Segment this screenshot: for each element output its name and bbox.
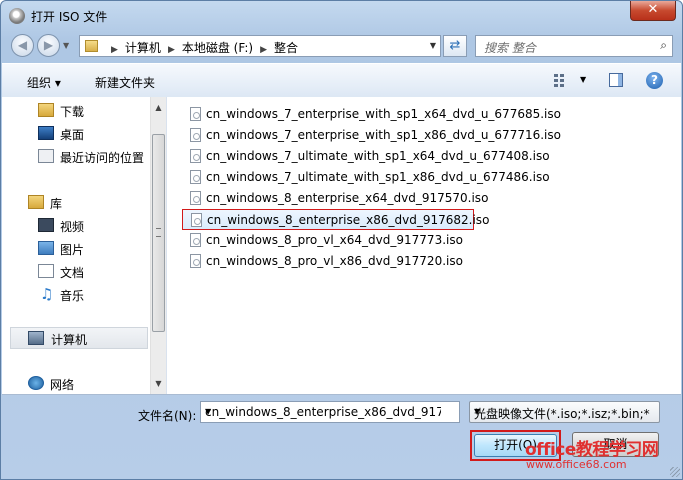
sidebar-item-label: 图片 xyxy=(60,243,85,257)
music-icon: ♫ xyxy=(40,285,54,303)
search-icon[interactable]: ⌕ xyxy=(660,38,667,53)
file-item[interactable]: cn_windows_7_ultimate_with_sp1_x86_dvd_u… xyxy=(182,167,550,188)
file-name: cn_windows_8_pro_vl_x86_dvd_917720.iso xyxy=(206,254,463,268)
file-item[interactable]: cn_windows_8_pro_vl_x64_dvd_917773.iso xyxy=(182,230,474,251)
bottom-panel: 文件名(N): cn_windows_8_enterprise_x86_dvd_… xyxy=(1,395,682,479)
resize-grip-icon[interactable] xyxy=(670,467,680,477)
navigation-pane: 下载 桌面 最近访问的位置 库 视频 图片 文档 ♫ 音乐 计算机 网络 ▲ ▼ xyxy=(2,97,167,394)
file-type-select[interactable]: 光盘映像文件(*.iso;*.isz;*.bin;* ▼ xyxy=(469,401,660,423)
sidebar-item-label: 库 xyxy=(50,197,63,211)
iso-file-icon xyxy=(190,233,201,247)
desktop-icon xyxy=(38,126,54,140)
breadcrumb-drive[interactable]: 本地磁盘 (F:) xyxy=(182,41,253,55)
address-bar[interactable]: ▶ 计算机 ▶ 本地磁盘 (F:) ▶ 整合 ▼ xyxy=(79,35,441,57)
preview-pane-icon[interactable] xyxy=(609,73,623,87)
title-bar: 打开 ISO 文件 ✕ xyxy=(1,1,682,31)
sidebar-item-label: 下载 xyxy=(60,105,85,119)
scroll-down-icon[interactable]: ▼ xyxy=(153,379,164,388)
iso-file-icon xyxy=(190,191,201,205)
grip-icon xyxy=(156,228,161,237)
search-placeholder: 搜索 整合 xyxy=(484,41,536,55)
file-item[interactable]: cn_windows_7_ultimate_with_sp1_x64_dvd_u… xyxy=(182,146,550,167)
file-item[interactable]: cn_windows_8_enterprise_x64_dvd_917570.i… xyxy=(182,188,488,209)
file-item[interactable]: cn_windows_7_enterprise_with_sp1_x64_dvd… xyxy=(182,104,561,125)
file-item[interactable]: cn_windows_8_pro_vl_x86_dvd_917720.iso xyxy=(182,251,474,272)
breadcrumb-separator: ▶ xyxy=(167,45,175,55)
watermark-url: www.office68.com xyxy=(526,458,627,471)
breadcrumb-computer[interactable]: 计算机 xyxy=(125,41,161,55)
close-button[interactable]: ✕ xyxy=(630,1,676,21)
back-button[interactable]: ◀ xyxy=(11,34,34,57)
iso-file-icon xyxy=(190,149,201,163)
file-name: cn_windows_7_ultimate_with_sp1_x86_dvd_u… xyxy=(206,170,550,184)
iso-file-icon xyxy=(191,213,202,227)
scroll-up-icon[interactable]: ▲ xyxy=(153,103,164,112)
breadcrumb-separator: ▶ xyxy=(260,45,267,55)
library-icon xyxy=(28,195,44,209)
file-name: cn_windows_7_enterprise_with_sp1_x86_dvd… xyxy=(206,128,561,142)
filename-field[interactable]: cn_windows_8_enterprise_x86_dvd_91768 ▼ xyxy=(200,401,460,423)
sidebar-item-label: 网络 xyxy=(50,378,75,392)
command-toolbar: 组织 ▾ 新建文件夹 ▼ ? xyxy=(2,63,681,99)
recent-pages-dropdown[interactable]: ▼ xyxy=(63,41,71,50)
chevron-down-icon[interactable]: ▼ xyxy=(205,407,441,416)
sidebar-scrollbar[interactable]: ▲ ▼ xyxy=(150,97,166,394)
organize-button[interactable]: 组织 ▾ xyxy=(27,74,61,91)
videos-icon xyxy=(38,218,54,232)
filename-label: 文件名(N): xyxy=(138,409,197,423)
breadcrumb: ▶ 计算机 ▶ 本地磁盘 (F:) ▶ 整合 xyxy=(104,39,298,56)
folder-icon xyxy=(85,40,98,52)
recent-places-icon xyxy=(38,149,54,163)
file-name: cn_windows_8_pro_vl_x64_dvd_917773.iso xyxy=(206,233,463,247)
iso-file-icon xyxy=(190,254,201,268)
iso-file-icon xyxy=(190,128,201,142)
content-area: 下载 桌面 最近访问的位置 库 视频 图片 文档 ♫ 音乐 计算机 网络 ▲ ▼ … xyxy=(2,97,681,395)
file-item[interactable]: cn_windows_7_enterprise_with_sp1_x86_dvd… xyxy=(182,125,561,146)
view-options-dropdown-icon[interactable]: ▼ xyxy=(580,75,586,84)
address-dropdown-icon[interactable]: ▼ xyxy=(430,41,436,50)
file-name: cn_windows_7_ultimate_with_sp1_x64_dvd_u… xyxy=(206,149,550,163)
open-iso-dialog: 打开 ISO 文件 ✕ ◀ ▶ ▼ ▶ 计算机 ▶ 本地磁盘 (F:) ▶ 整合 ▼ ⇄ … xyxy=(0,0,683,480)
change-view-icon[interactable] xyxy=(554,73,568,87)
window-title: 打开 ISO 文件 xyxy=(31,10,108,24)
sidebar-item-label: 最近访问的位置 xyxy=(60,151,145,165)
scrollbar-thumb[interactable] xyxy=(152,134,165,332)
new-folder-button[interactable]: 新建文件夹 xyxy=(95,74,155,91)
breadcrumb-folder[interactable]: 整合 xyxy=(274,41,298,55)
watermark-title: office教程学习网 xyxy=(525,440,659,460)
refresh-button[interactable]: ⇄ xyxy=(443,35,467,57)
iso-file-icon xyxy=(190,170,201,184)
sidebar-item-computer[interactable]: 计算机 xyxy=(10,327,148,349)
sidebar-item-label: 文档 xyxy=(60,266,85,280)
documents-icon xyxy=(38,264,54,278)
sidebar-item-label: 音乐 xyxy=(60,289,85,303)
sidebar-item-label: 桌面 xyxy=(60,128,85,142)
computer-icon xyxy=(28,331,44,345)
search-input[interactable]: 搜索 整合 ⌕ xyxy=(475,35,673,57)
breadcrumb-separator: ▶ xyxy=(111,45,118,55)
network-icon xyxy=(28,376,44,390)
forward-button[interactable]: ▶ xyxy=(37,34,60,57)
file-name: cn_windows_8_enterprise_x64_dvd_917570.i… xyxy=(206,191,489,205)
help-icon[interactable]: ? xyxy=(646,72,663,89)
sidebar-item-label: 视频 xyxy=(60,220,85,234)
download-folder-icon xyxy=(38,103,54,117)
chevron-down-icon[interactable]: ▼ xyxy=(474,407,654,416)
navigation-bar: ◀ ▶ ▼ ▶ 计算机 ▶ 本地磁盘 (F:) ▶ 整合 ▼ ⇄ 搜索 整合 ⌕ xyxy=(1,31,682,61)
pictures-icon xyxy=(38,241,54,255)
disc-app-icon xyxy=(9,8,25,24)
file-item-selected[interactable]: cn_windows_8_enterprise_x86_dvd_917682.i… xyxy=(182,209,489,230)
file-name: cn_windows_8_enterprise_x86_dvd_917682.i… xyxy=(207,213,490,227)
iso-file-icon xyxy=(190,107,201,121)
file-name: cn_windows_7_enterprise_with_sp1_x64_dvd… xyxy=(206,107,561,121)
sidebar-item-label: 计算机 xyxy=(51,333,88,347)
